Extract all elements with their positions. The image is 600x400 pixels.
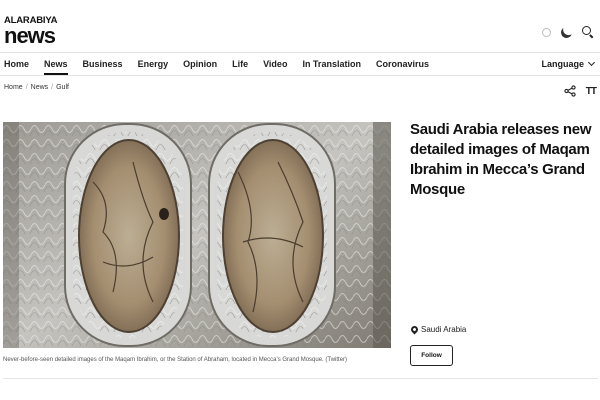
language-selector[interactable]: Language xyxy=(541,53,596,75)
share-icon[interactable] xyxy=(564,85,576,97)
main-nav: Home News Business Energy Opinion Life V… xyxy=(0,52,600,76)
nav-item-video[interactable]: Video xyxy=(263,53,287,75)
nav-item-home[interactable]: Home xyxy=(4,53,29,75)
logo-main-text: news xyxy=(4,23,56,48)
sun-icon[interactable] xyxy=(542,27,551,37)
location-label: Saudi Arabia xyxy=(421,325,467,334)
site-header: ALARABIYA news xyxy=(0,0,600,52)
nav-item-life[interactable]: Life xyxy=(232,53,248,75)
breadcrumb-separator: / xyxy=(25,84,28,91)
text-size-icon[interactable]: TT xyxy=(586,86,597,97)
nav-item-energy[interactable]: Energy xyxy=(138,53,169,75)
breadcrumb-gulf[interactable]: Gulf xyxy=(56,84,69,91)
nav-item-news[interactable]: News xyxy=(44,53,68,75)
article-tools: TT xyxy=(564,85,597,97)
follow-button[interactable]: Follow xyxy=(410,345,453,366)
nav-item-in-translation[interactable]: In Translation xyxy=(302,53,361,75)
breadcrumb: Home / News / Gulf xyxy=(4,84,69,91)
header-tools xyxy=(542,24,594,40)
nav-item-opinion[interactable]: Opinion xyxy=(183,53,217,75)
article-hero-image xyxy=(3,122,391,348)
maqam-ibrahim-photo xyxy=(3,122,391,348)
nav-item-coronavirus[interactable]: Coronavirus xyxy=(376,53,429,75)
search-icon[interactable] xyxy=(582,26,594,38)
divider xyxy=(3,378,598,379)
language-label: Language xyxy=(541,59,584,69)
breadcrumb-separator: / xyxy=(51,84,54,91)
breadcrumb-home[interactable]: Home xyxy=(4,84,23,91)
location-pin-icon xyxy=(409,324,420,335)
chevron-down-icon xyxy=(587,58,596,67)
image-caption: Never-before-seen detailed images of the… xyxy=(3,357,348,363)
article-location[interactable]: Saudi Arabia xyxy=(409,324,467,335)
alarabiya-logo[interactable]: ALARABIYA news xyxy=(4,16,84,48)
moon-icon[interactable] xyxy=(559,25,573,39)
breadcrumb-news[interactable]: News xyxy=(31,84,49,91)
article-headline: Saudi Arabia releases new detailed image… xyxy=(410,121,592,198)
nav-item-business[interactable]: Business xyxy=(83,53,123,75)
